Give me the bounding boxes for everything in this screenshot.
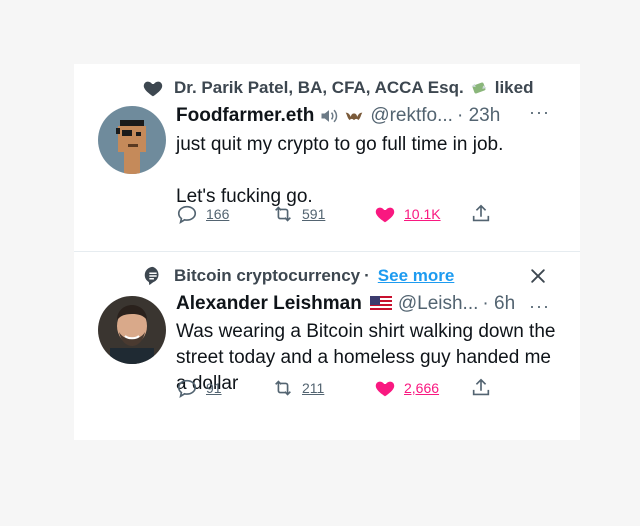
retweet-button[interactable]: 591 — [272, 203, 325, 225]
reply-count: 166 — [206, 206, 230, 222]
heart-icon — [143, 81, 163, 97]
reply-count: 91 — [206, 380, 222, 396]
tweet[interactable]: Dr. Parik Patel, BA, CFA, ACCA Esq. like… — [74, 64, 580, 252]
display-name[interactable]: Foodfarmer.eth — [176, 105, 314, 127]
tweet-header: Alexander Leishman @Leish... · 6h — [176, 293, 515, 315]
display-name[interactable]: Alexander Leishman — [176, 293, 362, 315]
retweet-icon — [275, 206, 291, 222]
avatar[interactable] — [98, 296, 166, 364]
share-icon — [472, 204, 490, 222]
see-more-link[interactable]: See more — [378, 266, 455, 286]
close-icon[interactable] — [528, 266, 548, 286]
timeline-card: Dr. Parik Patel, BA, CFA, ACCA Esq. like… — [74, 64, 580, 440]
timestamp[interactable]: · 6h — [482, 293, 515, 315]
bat-emoji-icon — [345, 112, 363, 121]
tweet-text: just quit my crypto to go full time in j… — [176, 132, 566, 210]
tweet-text-line: just quit my crypto to go full time in j… — [176, 134, 504, 155]
share-icon — [472, 378, 490, 396]
reply-icon — [177, 379, 197, 398]
avatar[interactable] — [98, 106, 166, 174]
reply-icon — [177, 205, 197, 224]
handle[interactable]: @Leish... — [398, 293, 479, 315]
speaker-emoji-icon — [321, 109, 338, 123]
handle[interactable]: @rektfo... — [370, 105, 453, 127]
more-options-button[interactable]: ··· — [529, 102, 550, 123]
topic-icon — [144, 266, 159, 286]
punk-avatar-icon — [98, 106, 166, 174]
like-button[interactable]: 10.1K — [374, 203, 441, 225]
retweet-button[interactable]: 211 — [272, 377, 324, 399]
topic-name[interactable]: Bitcoin cryptocurrency — [174, 266, 360, 286]
tweet-text-line: Let's fucking go. — [176, 186, 313, 207]
retweet-count: 591 — [302, 206, 326, 222]
more-options-button[interactable]: ··· — [529, 296, 550, 317]
like-button[interactable]: 2,666 — [374, 377, 439, 399]
social-context: Dr. Parik Patel, BA, CFA, ACCA Esq. like… — [143, 78, 534, 98]
tweet[interactable]: Bitcoin cryptocurrency · See more Alexan… — [74, 252, 580, 440]
liker-name[interactable]: Dr. Parik Patel, BA, CFA, ACCA Esq. — [174, 78, 464, 98]
separator: · — [364, 266, 370, 285]
money-wings-emoji-icon — [471, 82, 487, 94]
reply-button[interactable]: 166 — [176, 203, 229, 225]
liked-label: liked — [494, 78, 534, 97]
heart-filled-icon — [375, 381, 395, 397]
share-button[interactable] — [470, 203, 492, 225]
heart-filled-icon — [375, 207, 395, 223]
like-count: 2,666 — [404, 380, 440, 396]
like-count: 10.1K — [404, 206, 441, 222]
timestamp[interactable]: · 23h — [457, 105, 500, 127]
tweet-text: Was wearing a Bitcoin shirt walking down… — [176, 321, 556, 394]
retweet-count: 211 — [302, 380, 325, 396]
us-flag-emoji-icon — [369, 296, 392, 312]
reply-button[interactable]: 91 — [176, 377, 222, 399]
social-context: Bitcoin cryptocurrency · See more — [144, 266, 455, 286]
tweet-header: Foodfarmer.eth @rektfo... · 23h — [176, 105, 500, 127]
share-button[interactable] — [470, 377, 492, 399]
profile-photo-icon — [98, 296, 166, 364]
retweet-icon — [275, 380, 291, 396]
